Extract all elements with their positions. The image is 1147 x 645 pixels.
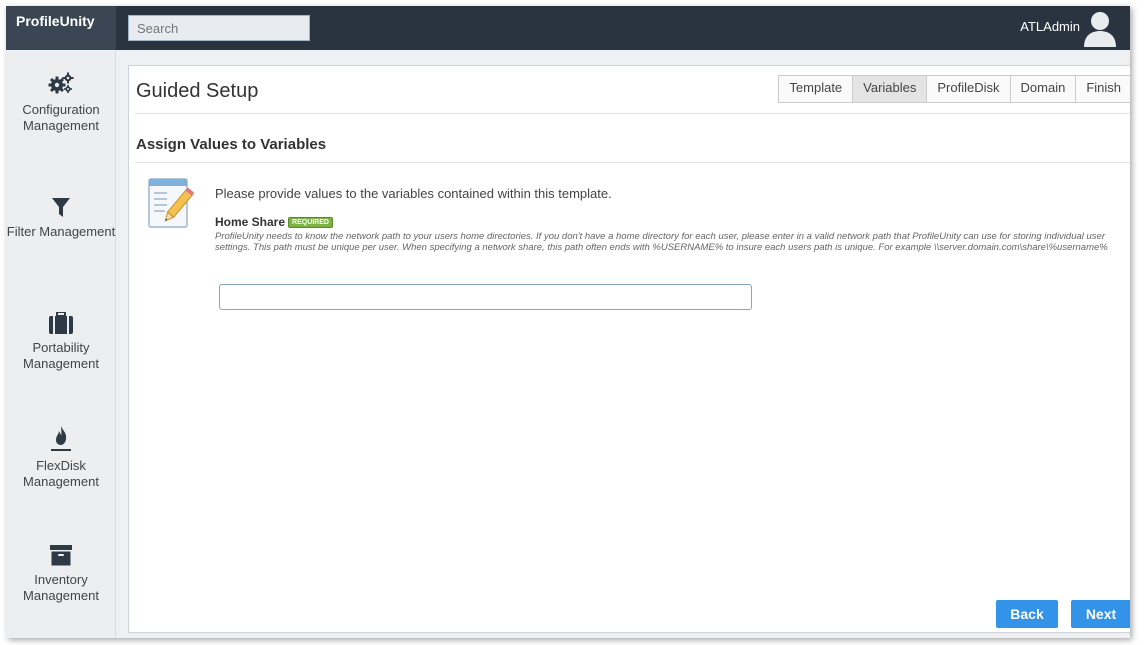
home-share-label: Home Share bbox=[215, 215, 286, 229]
search-box bbox=[128, 15, 325, 41]
search-input[interactable] bbox=[129, 16, 313, 40]
sidebar-item-configuration[interactable]: Configuration Management bbox=[6, 72, 116, 134]
required-badge: REQUIRED bbox=[288, 216, 333, 228]
sidebar-item-label: Inventory Management bbox=[23, 572, 99, 603]
sidebar-item-label: Configuration Management bbox=[22, 102, 100, 133]
sidebar-item-label: FlexDisk Management bbox=[23, 458, 99, 489]
divider bbox=[135, 113, 1130, 114]
user-avatar-icon[interactable] bbox=[1082, 9, 1118, 47]
document-edit-icon bbox=[147, 177, 195, 233]
search-icon[interactable] bbox=[313, 16, 325, 40]
flame-icon bbox=[50, 426, 72, 452]
gears-icon bbox=[48, 72, 74, 96]
tab-template[interactable]: Template bbox=[779, 76, 854, 102]
sidebar-item-flexdisk[interactable]: FlexDisk Management bbox=[6, 426, 116, 490]
app-window: ProfileUnity ATLAdmin Configuration Mana… bbox=[6, 6, 1130, 638]
tab-domain[interactable]: Domain bbox=[1010, 76, 1077, 102]
next-button[interactable]: Next bbox=[1071, 600, 1130, 628]
tab-finish[interactable]: Finish bbox=[1076, 76, 1130, 102]
guided-setup-panel: Guided Setup Template Variables ProfileD… bbox=[128, 65, 1130, 633]
tab-variables[interactable]: Variables bbox=[853, 76, 928, 102]
divider bbox=[135, 162, 1130, 163]
section-title: Assign Values to Variables bbox=[136, 136, 327, 153]
sidebar: Configuration Management Filter Manageme… bbox=[6, 50, 116, 638]
sidebar-item-label: Portability Management bbox=[23, 340, 99, 371]
funnel-icon bbox=[52, 198, 70, 218]
archive-box-icon bbox=[50, 544, 72, 566]
field-help-text: ProfileUnity needs to know the network p… bbox=[215, 231, 1108, 253]
home-share-input[interactable] bbox=[219, 284, 752, 310]
wizard-tabs: Template Variables ProfileDisk Domain Fi… bbox=[778, 75, 1130, 103]
top-bar: ProfileUnity ATLAdmin bbox=[6, 6, 1130, 50]
page-title: Guided Setup bbox=[136, 80, 259, 102]
suitcase-icon bbox=[49, 311, 73, 334]
brand-logo[interactable]: ProfileUnity bbox=[6, 6, 116, 50]
sidebar-item-inventory[interactable]: Inventory Management bbox=[6, 544, 116, 604]
field-label: Home Share REQUIRED bbox=[215, 215, 333, 229]
intro-text: Please provide values to the variables c… bbox=[215, 186, 612, 201]
back-button[interactable]: Back bbox=[996, 600, 1058, 628]
sidebar-item-filter[interactable]: Filter Management bbox=[6, 198, 116, 240]
sidebar-item-portability[interactable]: Portability Management bbox=[6, 311, 116, 372]
user-name[interactable]: ATLAdmin bbox=[1020, 19, 1080, 34]
tab-profiledisk[interactable]: ProfileDisk bbox=[927, 76, 1011, 102]
sidebar-item-label: Filter Management bbox=[6, 224, 116, 239]
